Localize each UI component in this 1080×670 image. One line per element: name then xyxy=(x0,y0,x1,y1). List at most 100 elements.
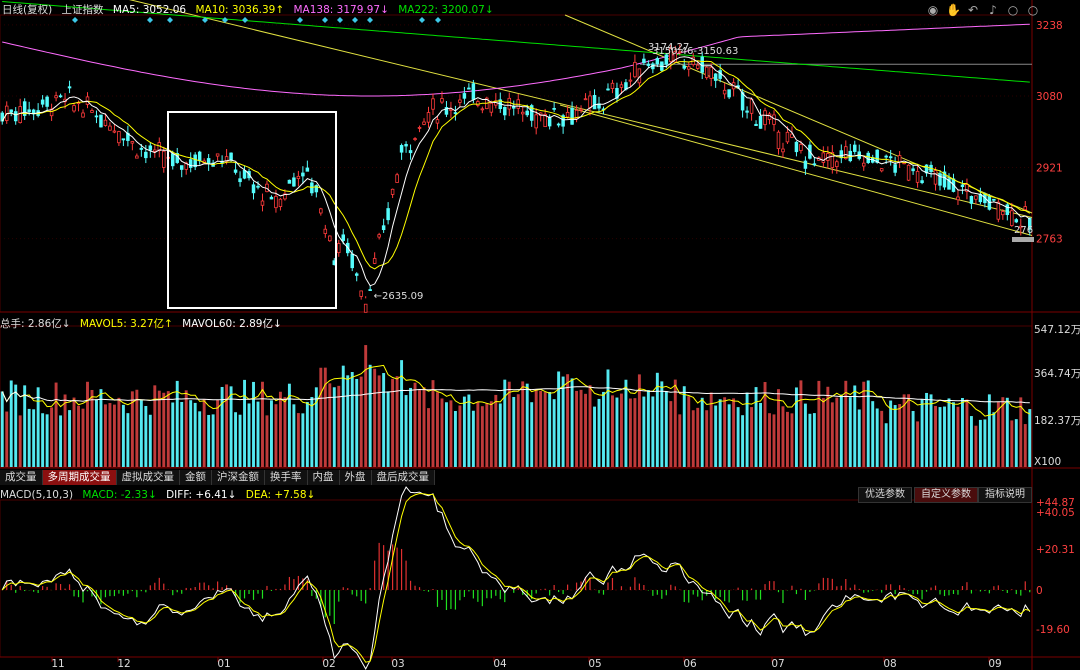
volume-bar xyxy=(552,399,556,467)
volume-bar xyxy=(539,390,543,467)
candle-body xyxy=(130,141,135,144)
volume-bar xyxy=(68,410,72,467)
volume-bar xyxy=(889,400,893,467)
tab-multi-period-volume[interactable]: 多周期成交量 xyxy=(42,470,117,485)
candle-body xyxy=(893,164,897,173)
volume-bar xyxy=(1001,397,1005,467)
candle-body xyxy=(323,228,328,234)
custom-params-button[interactable]: 自定义参数 xyxy=(914,487,978,503)
candle-body xyxy=(503,106,507,116)
volume-bar xyxy=(296,413,300,467)
candle-body xyxy=(633,61,637,78)
tab-inner[interactable]: 内盘 xyxy=(307,470,340,485)
candle-body xyxy=(467,87,471,90)
candle-body xyxy=(256,185,260,188)
indicator-help-button[interactable]: 指标说明 xyxy=(978,487,1032,503)
candle-body xyxy=(646,63,651,66)
volume-bar xyxy=(768,413,771,467)
candle-body xyxy=(301,172,305,177)
candle-body xyxy=(278,198,283,207)
volume-bar xyxy=(1028,409,1032,467)
volume-bar xyxy=(916,421,920,467)
macd-axis-label: 0 xyxy=(1036,585,1043,597)
eye-icon[interactable]: ◉ xyxy=(926,3,940,17)
candle-body xyxy=(377,234,381,238)
volume-bar xyxy=(817,380,821,467)
tab-amount[interactable]: 金额 xyxy=(180,470,212,485)
candle-body xyxy=(435,119,440,124)
candle-body xyxy=(233,169,238,173)
candle-body xyxy=(866,152,870,163)
volume-bar xyxy=(790,413,794,467)
circle-icon[interactable]: ○ xyxy=(1026,3,1040,17)
volume-bar xyxy=(727,404,731,467)
candle-body xyxy=(579,108,583,111)
volume-bar xyxy=(534,389,538,467)
volume-bar xyxy=(32,409,36,467)
preferred-params-button[interactable]: 优选参数 xyxy=(858,487,912,503)
candle-body xyxy=(709,66,713,79)
volume-bar xyxy=(978,419,982,467)
volume-bar xyxy=(346,375,350,467)
candle-body xyxy=(341,234,345,241)
candle-body xyxy=(399,145,404,153)
volume-bar xyxy=(839,394,843,467)
volume-bar xyxy=(781,406,785,467)
volume-bar xyxy=(673,379,677,467)
tab-after-hours[interactable]: 盘后成交量 xyxy=(371,470,435,485)
tab-volume[interactable]: 成交量 xyxy=(0,470,43,485)
circle-icon[interactable]: ○ xyxy=(1006,3,1020,17)
volume-bar xyxy=(453,410,457,467)
candle-body xyxy=(296,175,301,180)
tab-outer[interactable]: 外盘 xyxy=(339,470,372,485)
candle-body xyxy=(695,64,700,69)
volume-bar xyxy=(835,397,839,467)
candle-body xyxy=(58,95,63,98)
candle-body xyxy=(85,96,90,105)
tab-hs-amount[interactable]: 沪深金额 xyxy=(212,470,265,485)
hand-icon[interactable]: ✋ xyxy=(946,3,961,17)
volume-bar xyxy=(480,406,484,467)
bell-icon[interactable]: ♪ xyxy=(986,3,1000,17)
candle-body xyxy=(588,95,592,109)
volume-bar xyxy=(108,403,112,467)
candle-body xyxy=(13,111,18,122)
volume-bar xyxy=(103,404,107,467)
volume-bar xyxy=(485,403,489,467)
candle-body xyxy=(556,123,561,126)
volume-bar xyxy=(821,398,825,467)
candle-body xyxy=(395,174,399,183)
candle-body xyxy=(799,144,803,151)
month-label: 08 xyxy=(883,658,896,670)
candle-body xyxy=(372,258,377,264)
candle-body xyxy=(449,108,453,111)
tab-turnover[interactable]: 换手率 xyxy=(265,470,308,485)
volume-bar xyxy=(63,394,67,467)
volume-bar xyxy=(413,382,417,467)
tab-virtual-volume[interactable]: 虚拟成交量 xyxy=(116,470,180,485)
signal-diamond xyxy=(352,17,358,23)
candle-body xyxy=(888,156,893,159)
volume-bar xyxy=(880,410,884,467)
volume-bar xyxy=(898,404,902,467)
signal-diamond xyxy=(322,17,328,23)
candle-body xyxy=(229,152,233,161)
month-label: 09 xyxy=(988,658,1001,670)
volume-bar xyxy=(624,379,628,467)
volume-bar xyxy=(139,399,143,467)
resistance-range-label: 3150.46-3150.63 xyxy=(652,46,738,57)
undo-icon[interactable]: ↶ xyxy=(966,3,980,17)
volume-bar xyxy=(462,396,466,467)
candle-body xyxy=(471,83,476,100)
volume-bar xyxy=(323,367,327,467)
last-price-marker xyxy=(1012,237,1034,242)
candle-body xyxy=(251,184,256,194)
volume-bar xyxy=(81,408,85,467)
volume-bar xyxy=(516,394,520,467)
volume-bar xyxy=(498,403,502,467)
candle-body xyxy=(763,110,767,126)
volume-bar xyxy=(669,401,673,467)
symbol-name: 上证指数 xyxy=(61,4,104,16)
candle-body xyxy=(417,126,422,129)
candle-body xyxy=(81,112,85,118)
